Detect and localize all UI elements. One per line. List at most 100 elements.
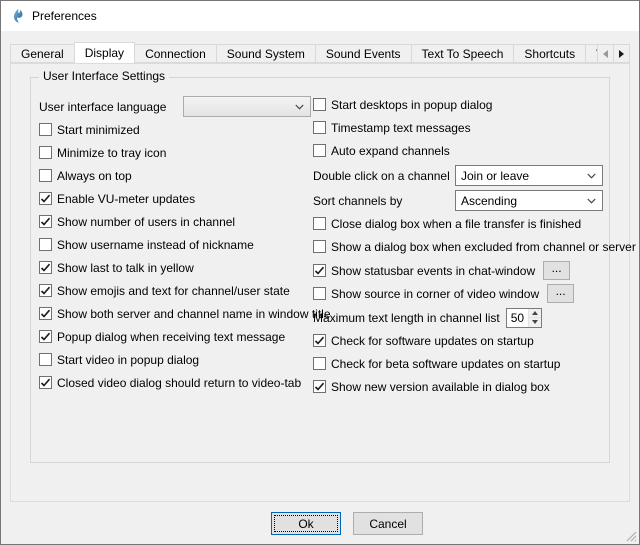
checkbox-label: Check for beta software updates on start… bbox=[331, 357, 560, 371]
tab[interactable]: Connection bbox=[134, 44, 217, 63]
sort-channels-row: Sort channels by Ascending bbox=[313, 190, 603, 211]
checkbox-label: Show statusbar events in chat-window bbox=[331, 264, 535, 278]
checkbox-video-source[interactable]: Show source in corner of video window bbox=[313, 287, 539, 301]
checkbox[interactable] bbox=[313, 121, 326, 134]
checkbox-row[interactable]: Show both server and channel name in win… bbox=[39, 305, 311, 322]
right-arrow-icon bbox=[619, 50, 624, 58]
titlebar[interactable]: Preferences bbox=[1, 1, 639, 31]
checkbox-row[interactable]: Auto expand channels bbox=[313, 142, 603, 159]
app-logo-icon bbox=[9, 8, 25, 24]
language-select[interactable] bbox=[183, 96, 311, 117]
checkbox-row[interactable]: Start minimized bbox=[39, 121, 311, 138]
tab-scroll-right-button[interactable] bbox=[613, 44, 630, 63]
checkbox-row[interactable]: Show last to talk in yellow bbox=[39, 259, 311, 276]
cancel-button[interactable]: Cancel bbox=[353, 512, 423, 535]
checkbox-label: Closed video dialog should return to vid… bbox=[57, 376, 301, 390]
checkbox[interactable] bbox=[313, 98, 326, 111]
checkbox-label: Show emojis and text for channel/user st… bbox=[57, 284, 290, 298]
checkbox-label: Enable VU-meter updates bbox=[57, 192, 195, 206]
checkbox-row[interactable]: Show new version available in dialog box bbox=[313, 378, 603, 395]
max-text-length-label: Maximum text length in channel list bbox=[313, 311, 500, 325]
checkbox[interactable] bbox=[39, 330, 52, 343]
checkbox-label: Show new version available in dialog box bbox=[331, 380, 550, 394]
tab-scroll-left-button[interactable] bbox=[597, 44, 614, 63]
sort-channels-label: Sort channels by bbox=[313, 194, 402, 208]
checkbox[interactable] bbox=[39, 146, 52, 159]
check-icon bbox=[40, 193, 51, 204]
sort-channels-select[interactable]: Ascending bbox=[455, 190, 603, 211]
checkbox-label: Minimize to tray icon bbox=[57, 146, 166, 160]
checkbox[interactable] bbox=[313, 380, 326, 393]
tab[interactable]: Sound System bbox=[216, 44, 316, 63]
checkbox-row[interactable]: Show username instead of nickname bbox=[39, 236, 311, 253]
checkbox[interactable] bbox=[39, 353, 52, 366]
checkbox[interactable] bbox=[39, 307, 52, 320]
video-source-browse-button[interactable]: ... bbox=[547, 284, 574, 303]
checkbox-row[interactable]: Start video in popup dialog bbox=[39, 351, 311, 368]
resize-grip[interactable] bbox=[624, 529, 637, 542]
down-arrow-icon bbox=[532, 320, 538, 324]
checkbox[interactable] bbox=[313, 144, 326, 157]
tab[interactable]: Display bbox=[74, 42, 135, 63]
checkbox[interactable] bbox=[313, 240, 326, 253]
checkbox[interactable] bbox=[39, 123, 52, 136]
checkbox-row[interactable]: Enable VU-meter updates bbox=[39, 190, 311, 207]
tab[interactable]: Text To Speech bbox=[411, 44, 515, 63]
checkbox-row[interactable]: Close dialog box when a file transfer is… bbox=[313, 215, 603, 232]
video-source-row: Show source in corner of video window ..… bbox=[313, 284, 603, 303]
spin-up-button[interactable] bbox=[529, 309, 541, 318]
checkbox-label: Always on top bbox=[57, 169, 132, 183]
display-tab-page: User Interface Settings User interface l… bbox=[10, 63, 630, 502]
tab[interactable]: General bbox=[10, 44, 75, 63]
checkbox-row[interactable]: Start desktops in popup dialog bbox=[313, 96, 603, 113]
spinner-arrows bbox=[528, 309, 541, 327]
checkbox-row[interactable]: Check for beta software updates on start… bbox=[313, 355, 603, 372]
checkbox-label: Show a dialog box when excluded from cha… bbox=[331, 240, 636, 254]
double-click-label: Double click on a channel bbox=[313, 169, 450, 183]
checkbox[interactable] bbox=[39, 192, 52, 205]
checkbox-row[interactable]: Always on top bbox=[39, 167, 311, 184]
up-arrow-icon bbox=[532, 311, 538, 315]
checkbox[interactable] bbox=[313, 334, 326, 347]
checkbox-row[interactable]: Check for software updates on startup bbox=[313, 332, 603, 349]
checkbox[interactable] bbox=[39, 261, 52, 274]
checkbox-row[interactable]: Timestamp text messages bbox=[313, 119, 603, 136]
check-icon bbox=[314, 265, 325, 276]
checkbox[interactable] bbox=[313, 287, 326, 300]
checkbox-row[interactable]: Show emojis and text for channel/user st… bbox=[39, 282, 311, 299]
checkbox-row[interactable]: Show a dialog box when excluded from cha… bbox=[313, 238, 603, 255]
checkbox[interactable] bbox=[39, 215, 52, 228]
checkbox[interactable] bbox=[313, 217, 326, 230]
checkbox[interactable] bbox=[39, 238, 52, 251]
left-checkbox-list: Start minimized Minimize to tray icon bbox=[39, 121, 311, 391]
checkbox-label: Start desktops in popup dialog bbox=[331, 98, 492, 112]
checkbox-row[interactable]: Minimize to tray icon bbox=[39, 144, 311, 161]
tab-list: General Display Connection Sound System … bbox=[10, 42, 630, 63]
ok-button[interactable]: Ok bbox=[271, 512, 341, 535]
spin-down-button[interactable] bbox=[529, 317, 541, 327]
group-content: User interface language bbox=[39, 96, 603, 454]
checkbox-label: Start video in popup dialog bbox=[57, 353, 199, 367]
preferences-dialog: Preferences General Display Connection S… bbox=[0, 0, 640, 545]
checkbox[interactable] bbox=[313, 357, 326, 370]
checkbox-row[interactable]: Closed video dialog should return to vid… bbox=[39, 374, 311, 391]
language-row: User interface language bbox=[39, 96, 311, 117]
chevron-down-icon bbox=[295, 104, 304, 110]
check-icon bbox=[40, 308, 51, 319]
checkbox[interactable] bbox=[39, 376, 52, 389]
checkbox-row[interactable]: Show number of users in channel bbox=[39, 213, 311, 230]
checkbox[interactable] bbox=[39, 169, 52, 182]
max-text-length-spinner[interactable]: 50 bbox=[506, 308, 542, 328]
checkbox-statusbar-events[interactable]: Show statusbar events in chat-window bbox=[313, 264, 535, 278]
tab[interactable]: Shortcuts bbox=[513, 44, 586, 63]
statusbar-events-browse-button[interactable]: ... bbox=[543, 261, 570, 280]
checkbox[interactable] bbox=[39, 284, 52, 297]
tab[interactable]: Sound Events bbox=[315, 44, 412, 63]
tab-bar: General Display Connection Sound System … bbox=[10, 42, 630, 63]
checkbox-label: Show both server and channel name in win… bbox=[57, 307, 331, 321]
check-icon bbox=[40, 216, 51, 227]
double-click-select[interactable]: Join or leave bbox=[455, 165, 603, 186]
right-checkbox-list-bottom: Check for software updates on startup Ch… bbox=[313, 332, 603, 395]
checkbox[interactable] bbox=[313, 264, 326, 277]
checkbox-row[interactable]: Popup dialog when receiving text message bbox=[39, 328, 311, 345]
